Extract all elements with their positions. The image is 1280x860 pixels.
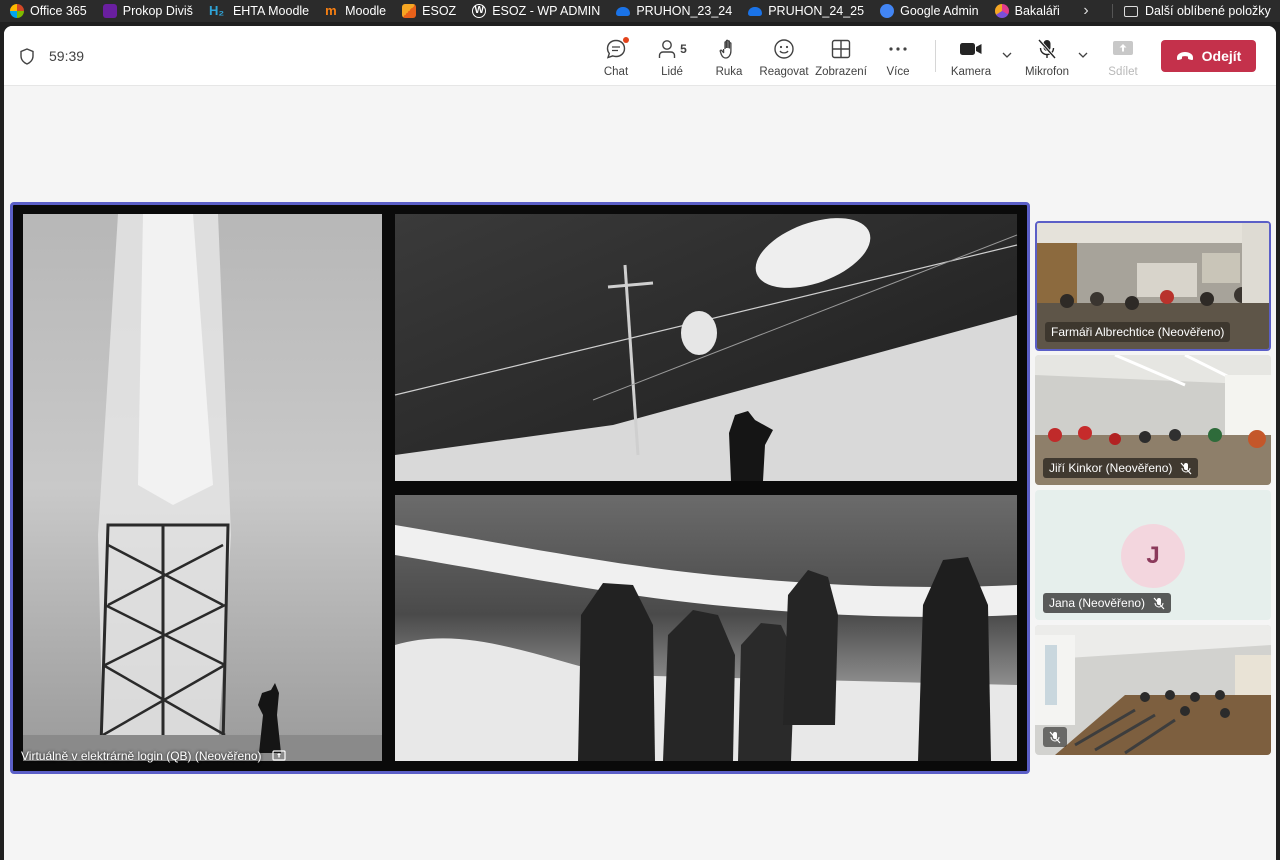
grid-icon bbox=[831, 39, 851, 59]
bookmark-label: Moodle bbox=[345, 4, 387, 18]
view-button[interactable]: Zobrazení bbox=[814, 26, 868, 86]
bookmark-label: ESOZ - WP ADMIN bbox=[492, 4, 601, 18]
camera-label: Kamera bbox=[950, 66, 992, 78]
people-label: Lidé bbox=[661, 66, 683, 78]
presenter-name-tag: Virtuálně v elektrárně login (QB) (Neově… bbox=[21, 749, 286, 763]
mic-off-icon bbox=[1049, 731, 1061, 743]
bookmark-bakalari[interactable]: Bakaláři bbox=[985, 0, 1066, 22]
bookmark-office-365[interactable]: Office 365 bbox=[0, 0, 93, 22]
shield-icon bbox=[20, 48, 34, 65]
bookmark-label: Office 365 bbox=[30, 4, 87, 18]
share-label: Sdílet bbox=[1108, 66, 1138, 78]
phone-hangup-icon bbox=[1176, 52, 1193, 61]
more-icon bbox=[889, 47, 907, 51]
raise-hand-button[interactable]: Ruka bbox=[714, 26, 744, 86]
camera-button[interactable]: Kamera bbox=[951, 26, 991, 86]
mic-off-icon bbox=[1180, 462, 1192, 474]
people-count: 5 bbox=[680, 42, 687, 56]
other-bookmarks-folder[interactable]: Další oblíbené položky bbox=[1124, 0, 1271, 22]
site-icon bbox=[102, 4, 117, 18]
bookmark-google-admin[interactable]: Google Admin bbox=[870, 0, 985, 22]
participant-tile[interactable]: Farmáři Albrechtice (Neověřeno) bbox=[1035, 221, 1271, 351]
share-screen-icon bbox=[1113, 41, 1133, 55]
smiley-icon bbox=[774, 39, 794, 59]
participant-name: Jana (Neověřeno) bbox=[1049, 596, 1146, 610]
bookmark-label: Google Admin bbox=[900, 4, 979, 18]
participant-tile[interactable] bbox=[1035, 625, 1271, 755]
mic-off-icon bbox=[1037, 39, 1057, 59]
more-button[interactable]: Více bbox=[884, 26, 912, 86]
bookmark-pruhon-23-24[interactable]: PRUHON_23_24 bbox=[606, 0, 738, 22]
bookmark-label: ESOZ bbox=[422, 4, 457, 18]
view-label: Zobrazení bbox=[815, 66, 867, 78]
avatar: J bbox=[1121, 524, 1185, 588]
h2-icon: H₂ bbox=[208, 3, 225, 18]
office-icon bbox=[10, 4, 24, 18]
bookmarks-divider bbox=[1112, 4, 1113, 18]
participant-tile[interactable]: Jiří Kinkor (Neověřeno) bbox=[1035, 355, 1271, 485]
react-label: Reagovat bbox=[759, 66, 809, 78]
leave-button[interactable]: Odejít bbox=[1161, 40, 1256, 72]
other-bookmarks-label: Další oblíbené položky bbox=[1145, 4, 1271, 18]
bookmark-esoz[interactable]: ESOZ bbox=[392, 0, 462, 22]
photo-workers-in-snow bbox=[395, 495, 1017, 761]
chat-label: Chat bbox=[603, 66, 629, 78]
screen-share-icon bbox=[271, 750, 286, 761]
chevron-right-icon[interactable]: › bbox=[1076, 0, 1096, 22]
toolbar-divider bbox=[935, 40, 936, 72]
microphone-button[interactable]: Mikrofon bbox=[1023, 26, 1071, 86]
people-icon bbox=[658, 40, 676, 58]
participant-video bbox=[1035, 625, 1271, 755]
bakalari-icon bbox=[994, 4, 1009, 18]
onedrive-icon bbox=[616, 6, 631, 16]
share-button[interactable]: Sdílet bbox=[1106, 26, 1140, 86]
bookmark-label: PRUHON_24_25 bbox=[768, 4, 865, 18]
wordpress-icon: W bbox=[472, 4, 487, 18]
chevron-down-icon[interactable] bbox=[1078, 50, 1088, 60]
participant-name: Jiří Kinkor (Neověřeno) bbox=[1049, 461, 1173, 475]
participant-name: Farmáři Albrechtice (Neověřeno) bbox=[1051, 325, 1225, 339]
presenter-name: Virtuálně v elektrárně login (QB) (Neově… bbox=[21, 749, 262, 763]
folder-icon bbox=[1124, 5, 1138, 17]
participant-name-tag: Jana (Neověřeno) bbox=[1043, 593, 1172, 613]
more-label: Více bbox=[886, 66, 910, 78]
leave-label: Odejít bbox=[1201, 48, 1242, 64]
react-button[interactable]: Reagovat bbox=[759, 26, 809, 86]
bookmark-prokop-divis[interactable]: Prokop Diviš bbox=[93, 0, 199, 22]
shared-stage[interactable]: Virtuálně v elektrárně login (QB) (Neově… bbox=[10, 202, 1030, 774]
photo-iced-power-line bbox=[394, 214, 1018, 481]
bookmark-label: PRUHON_23_24 bbox=[636, 4, 733, 18]
meeting-timer: 59:39 bbox=[49, 48, 85, 64]
camera-icon bbox=[960, 43, 982, 55]
chat-button[interactable]: Chat bbox=[600, 26, 632, 86]
meeting-window: 59:39 Chat 5 Lidé Ruka Reagovat Zobrazen… bbox=[4, 26, 1276, 860]
participant-tile[interactable]: J Jana (Neověřeno) bbox=[1035, 490, 1271, 620]
bookmark-moodle[interactable]: m Moodle bbox=[315, 0, 392, 22]
moodle-icon: m bbox=[325, 3, 337, 18]
bookmark-ehta-moodle[interactable]: H₂ EHTA Moodle bbox=[199, 0, 315, 22]
participant-mute-badge bbox=[1043, 727, 1067, 747]
meeting-toolbar: 59:39 Chat 5 Lidé Ruka Reagovat Zobrazen… bbox=[4, 26, 1276, 86]
participant-name-tag: Jiří Kinkor (Neověřeno) bbox=[1043, 458, 1199, 478]
hand-icon bbox=[719, 39, 732, 59]
shared-photo-collage bbox=[23, 214, 1018, 761]
google-admin-icon bbox=[880, 4, 895, 18]
microphone-label: Mikrofon bbox=[1024, 66, 1070, 78]
chevron-down-icon[interactable] bbox=[1002, 50, 1012, 60]
mic-off-icon bbox=[1153, 597, 1165, 609]
bookmark-pruhon-24-25[interactable]: PRUHON_24_25 bbox=[738, 0, 870, 22]
bookmark-esoz-wp-admin[interactable]: W ESOZ - WP ADMIN bbox=[462, 0, 606, 22]
chat-unread-dot bbox=[623, 37, 629, 43]
bookmark-label: EHTA Moodle bbox=[232, 4, 310, 18]
bookmark-label: Bakaláři bbox=[1014, 4, 1060, 18]
people-button[interactable]: 5 Lidé bbox=[656, 26, 688, 86]
onedrive-icon bbox=[748, 6, 763, 16]
esoz-icon bbox=[402, 4, 417, 18]
bookmark-label: Prokop Diviš bbox=[122, 4, 193, 18]
raise-hand-label: Ruka bbox=[715, 66, 743, 78]
photo-frozen-tower bbox=[23, 214, 382, 761]
participant-name-tag: Farmáři Albrechtice (Neověřeno) bbox=[1045, 322, 1231, 342]
